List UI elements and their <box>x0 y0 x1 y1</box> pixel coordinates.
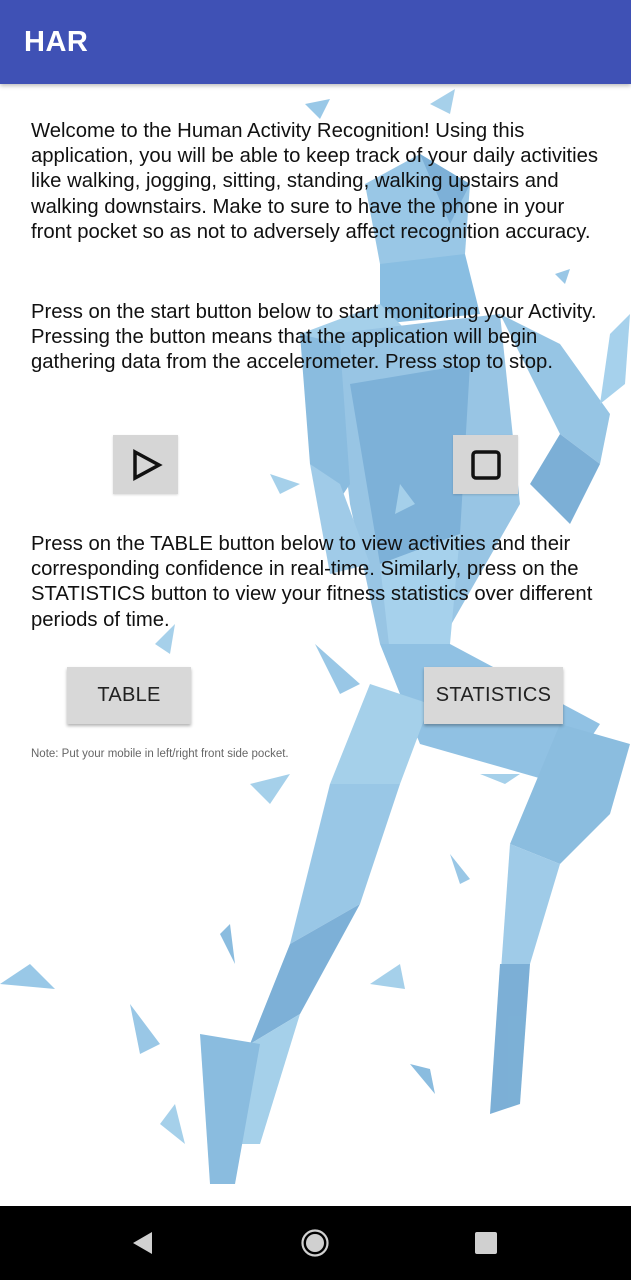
play-icon <box>132 448 163 481</box>
nav-back-button[interactable] <box>103 1206 183 1280</box>
home-circle-icon <box>301 1229 329 1257</box>
nav-recent-button[interactable] <box>446 1206 526 1280</box>
stop-button[interactable] <box>453 435 518 494</box>
pocket-note: Note: Put your mobile in left/right fron… <box>31 748 289 760</box>
main-content: Welcome to the Human Activity Recognitio… <box>0 84 631 1206</box>
stop-icon <box>470 449 501 480</box>
welcome-text: Welcome to the Human Activity Recognitio… <box>31 120 599 243</box>
app-title: HAR <box>24 26 89 58</box>
app-bar: HAR <box>0 0 631 84</box>
monitor-instructions: Press on the start button below to start… <box>31 301 597 374</box>
nav-home-button[interactable] <box>275 1206 355 1280</box>
system-nav-bar <box>0 1206 631 1280</box>
back-triangle-icon <box>133 1232 152 1254</box>
recent-square-icon <box>475 1232 497 1254</box>
table-instructions: Press on the TABLE button below to view … <box>31 533 593 631</box>
start-button[interactable] <box>113 435 178 494</box>
statistics-button[interactable]: STATISTICS <box>424 667 563 724</box>
table-button[interactable]: TABLE <box>67 667 191 724</box>
